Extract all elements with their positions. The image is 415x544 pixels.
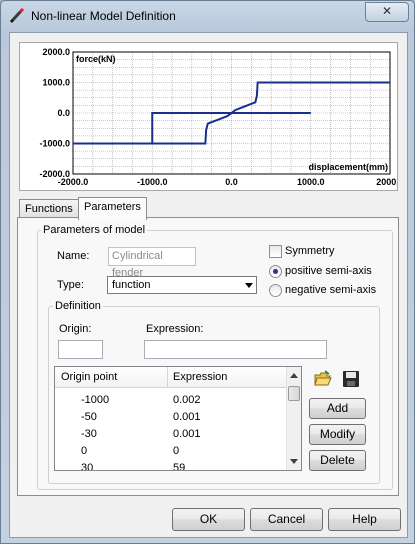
modify-button[interactable]: Modify [309, 424, 366, 445]
cancel-button[interactable]: Cancel [250, 508, 323, 531]
table-row[interactable]: 0 0 [55, 443, 286, 460]
open-folder-icon[interactable] [314, 370, 332, 388]
table-row[interactable]: 30 59 [55, 460, 286, 471]
positive-semi-axis-radio[interactable] [269, 265, 282, 278]
origin-cell: -1000 [81, 394, 110, 406]
title-bar[interactable]: Non-linear Model Definition ✕ [1, 1, 414, 31]
y-tick-label: 0.0 [57, 108, 70, 118]
scroll-thumb[interactable] [288, 386, 300, 401]
window-title: Non-linear Model Definition [31, 9, 176, 23]
negative-semi-axis-label: negative semi-axis [285, 284, 377, 296]
x-tick-label: 2000.0 [376, 177, 397, 187]
help-button-label: Help [352, 512, 377, 526]
symmetry-label: Symmetry [285, 245, 335, 257]
x-tick-label: -2000.0 [58, 177, 89, 187]
help-button[interactable]: Help [328, 508, 401, 531]
expression-cell: 59 [173, 462, 186, 471]
cancel-button-label: Cancel [267, 512, 306, 526]
origin-input[interactable] [58, 340, 103, 359]
type-label: Type: [57, 279, 84, 291]
close-icon: ✕ [381, 4, 393, 18]
positive-semi-axis-label: positive semi-axis [285, 265, 372, 277]
expression-cell: 0 [173, 445, 180, 457]
add-button[interactable]: Add [309, 398, 366, 419]
chart-svg: 2000.01000.00.0-1000.0-2000.0-2000.0 -100… [39, 47, 403, 187]
expression-input[interactable] [144, 340, 327, 359]
tab-parameters[interactable]: Parameters [78, 197, 147, 220]
definition-group-label: Definition [53, 300, 103, 312]
origin-label: Origin: [59, 323, 92, 335]
force-displacement-chart: 2000.0 1000.0 0.0 -1000.0 -2000.0 -2000.0 -100… [19, 42, 404, 191]
y-tick-label: 2000.0 [42, 47, 70, 57]
expression-cell: 0.002 [173, 394, 201, 406]
ok-button-label: OK [199, 512, 218, 526]
type-select[interactable]: function [107, 276, 257, 294]
x-tick-label: 0.0 [225, 177, 238, 187]
chevron-down-icon [245, 283, 253, 288]
column-divider[interactable] [167, 367, 168, 387]
table-row[interactable]: -30 0.001 [55, 426, 286, 443]
floppy-disk-icon[interactable] [342, 370, 360, 388]
close-button[interactable]: ✕ [365, 2, 409, 22]
expression-cell: 0.001 [173, 411, 201, 423]
scroll-up-icon[interactable] [290, 373, 298, 378]
x-axis-label: displacement(mm) [308, 162, 388, 172]
table-header: Origin point Expression [55, 367, 286, 388]
scroll-down-icon[interactable] [290, 459, 298, 464]
name-label: Name: [57, 250, 90, 262]
y-tick-label: 1000.0 [42, 78, 70, 88]
modify-button-label: Modify [319, 427, 356, 441]
delete-button[interactable]: Delete [309, 450, 366, 471]
parameters-group-label: Parameters of model [41, 224, 148, 236]
origin-cell: -30 [81, 428, 97, 440]
tab-functions-label: Functions [25, 203, 73, 215]
table-row[interactable]: -50 0.001 [55, 409, 286, 426]
column-header-origin[interactable]: Origin point [61, 371, 117, 383]
add-button-label: Add [326, 401, 349, 415]
x-tick-label: 1000.0 [297, 177, 325, 187]
origin-cell: -50 [81, 411, 97, 423]
y-axis-label: force(kN) [76, 54, 116, 64]
pencil-icon [9, 8, 25, 24]
expression-cell: 0.001 [173, 428, 201, 440]
type-value: function [112, 279, 151, 291]
definition-table[interactable]: Origin point Expression -1000 0.002 -50 … [54, 366, 302, 471]
x-tick-label: -1000.0 [137, 177, 168, 187]
origin-cell: 0 [81, 445, 88, 457]
column-header-expression[interactable]: Expression [173, 371, 227, 383]
expression-label: Expression: [146, 323, 204, 335]
symmetry-checkbox[interactable] [269, 245, 282, 258]
table-row[interactable]: -1000 0.002 [55, 392, 286, 409]
tab-functions[interactable]: Functions [19, 199, 79, 219]
y-tick-label: -1000.0 [39, 139, 70, 149]
origin-cell: 30 [81, 462, 94, 471]
tab-parameters-label: Parameters [84, 201, 141, 213]
delete-button-label: Delete [320, 453, 355, 467]
negative-semi-axis-radio[interactable] [269, 284, 282, 297]
ok-button[interactable]: OK [172, 508, 245, 531]
name-field[interactable]: Cylindrical fender [108, 247, 196, 279]
table-scrollbar[interactable] [286, 367, 301, 470]
